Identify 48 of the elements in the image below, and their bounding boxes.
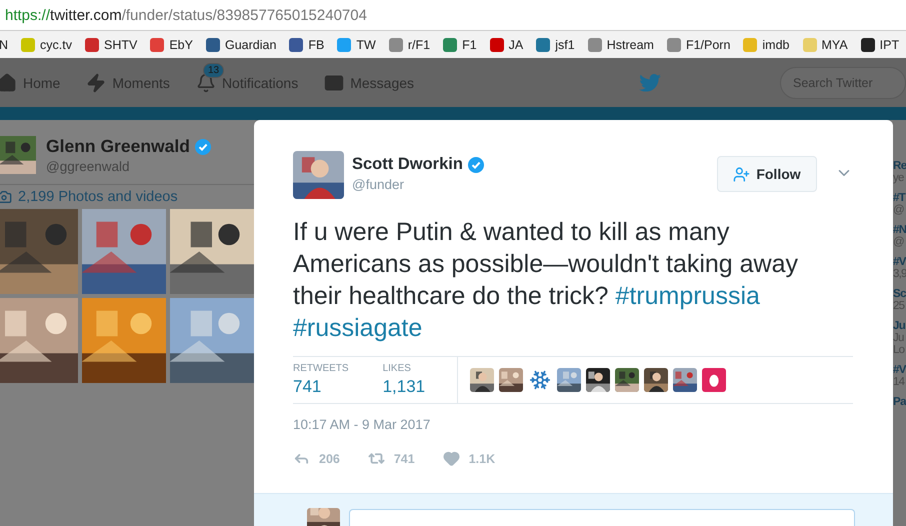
bookmark[interactable]: IPT: [860, 38, 900, 52]
bookmark[interactable]: Hstream: [588, 38, 654, 52]
stat-link[interactable]: RETWEETS 741: [293, 363, 349, 397]
hashtag-link[interactable]: #trumprussia: [615, 282, 760, 310]
bell-icon: [196, 72, 216, 92]
bookmark[interactable]: F1/Porn: [666, 38, 730, 52]
author-name[interactable]: Scott Dworkin: [352, 155, 463, 174]
trend-detail: @: [893, 204, 905, 216]
bookmark[interactable]: EbY: [150, 38, 193, 52]
trend-title[interactable]: #V: [893, 364, 906, 376]
tweet-timestamp: 10:17 AM - 9 Mar 2017: [293, 417, 432, 432]
bookmark[interactable]: imdb: [743, 38, 790, 52]
bookmark[interactable]: cyc.tv: [21, 38, 72, 52]
trend-title[interactable]: Re: [893, 160, 906, 172]
notification-count-badge: 13: [202, 62, 224, 78]
bookmark[interactable]: MYA: [802, 38, 848, 52]
bookmark[interactable]: TW: [337, 38, 376, 52]
tweet-text: If u were Putin & wanted to kill as many Americans as possible—wouldn't taking away their healthcare do the trick? #trumprussia #russiagate: [293, 217, 800, 344]
profile-handle: @ggreenwald: [46, 159, 131, 174]
trend-title[interactable]: Pa: [893, 396, 906, 408]
bookmark[interactable]: JA: [490, 38, 524, 52]
home-icon: [0, 72, 17, 92]
hashtag-link[interactable]: #russiagate: [293, 314, 422, 342]
bookmark[interactable]: jsf1: [536, 38, 575, 52]
reply-field[interactable]: [349, 509, 855, 526]
trend-title[interactable]: Sc: [893, 288, 906, 300]
author-handle: @funder: [352, 177, 405, 192]
follow-button[interactable]: Follow: [717, 156, 817, 192]
snowflake-icon[interactable]: [529, 369, 551, 391]
trend-title[interactable]: Ju: [893, 320, 906, 332]
bookmark[interactable]: N: [0, 38, 8, 52]
bookmark[interactable]: Guardian: [206, 38, 276, 52]
heart-icon: [442, 450, 460, 467]
trend-detail: @: [893, 236, 905, 248]
trend-title[interactable]: #V: [893, 256, 906, 268]
media-link[interactable]: 2,199 Photos and videos: [0, 185, 255, 209]
bookmark[interactable]: SHTV: [84, 38, 138, 52]
bookmark[interactable]: F1: [443, 38, 477, 52]
bolt-icon: [86, 72, 106, 92]
trend-title[interactable]: #N: [893, 224, 906, 236]
bookmark[interactable]: r/F1: [388, 38, 430, 52]
egg-avatar-icon[interactable]: [702, 368, 726, 392]
stat-link[interactable]: LIKES 1,131: [382, 363, 426, 397]
bookmark[interactable]: FB: [289, 38, 324, 52]
camera-icon: [0, 189, 12, 205]
trend-title[interactable]: #T: [893, 192, 906, 204]
profile-name[interactable]: Glenn Greenwald: [46, 136, 190, 157]
add-user-icon: [733, 166, 750, 182]
